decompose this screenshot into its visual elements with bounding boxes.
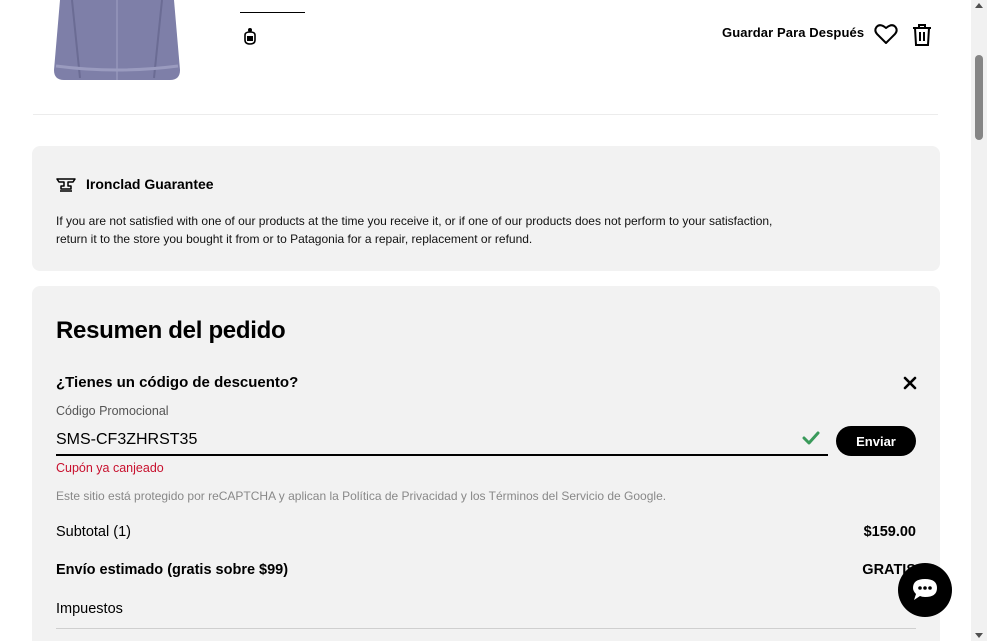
check-icon	[802, 431, 820, 445]
discount-code-toggle[interactable]: ¿Tienes un código de descuento?	[56, 374, 298, 391]
summary-divider	[56, 628, 916, 629]
heart-icon[interactable]	[874, 23, 898, 45]
product-link-underline	[240, 0, 305, 13]
close-icon[interactable]	[903, 376, 917, 390]
scroll-up-arrow-icon[interactable]	[975, 3, 983, 8]
product-image[interactable]	[52, 0, 182, 82]
store-pin-icon	[242, 26, 258, 46]
subtotal-label: Subtotal (1)	[56, 524, 131, 540]
trash-icon[interactable]	[910, 23, 934, 47]
chat-bubble-icon	[913, 579, 937, 600]
scrollbar-thumb[interactable]	[975, 55, 983, 140]
divider	[33, 114, 938, 115]
subtotal-value: $159.00	[863, 524, 916, 540]
recaptcha-notice: Este sitio está protegido por reCAPTCHA …	[56, 489, 667, 503]
guarantee-title: Ironclad Guarantee	[86, 176, 214, 192]
save-for-later-link[interactable]: Guardar Para Después	[722, 25, 864, 40]
promo-code-label: Código Promocional	[56, 404, 169, 418]
coupon-error-message: Cupón ya canjeado	[56, 461, 164, 475]
scrollbar[interactable]	[971, 0, 987, 641]
order-summary-title: Resumen del pedido	[56, 317, 286, 344]
guarantee-anvil-icon	[56, 177, 76, 193]
taxes-label: Impuestos	[56, 601, 123, 617]
chat-button[interactable]	[898, 563, 952, 617]
scroll-down-arrow-icon[interactable]	[975, 633, 983, 638]
promo-code-input[interactable]	[56, 426, 828, 456]
order-summary-panel: Resumen del pedido ¿Tienes un código de …	[32, 286, 940, 641]
send-button[interactable]: Enviar	[836, 426, 916, 456]
shipping-label: Envío estimado (gratis sobre $99)	[56, 562, 289, 578]
guarantee-text: If you are not satisfied with one of our…	[56, 214, 773, 246]
ironclad-guarantee-panel: Ironclad Guarantee If you are not satisf…	[32, 146, 940, 271]
